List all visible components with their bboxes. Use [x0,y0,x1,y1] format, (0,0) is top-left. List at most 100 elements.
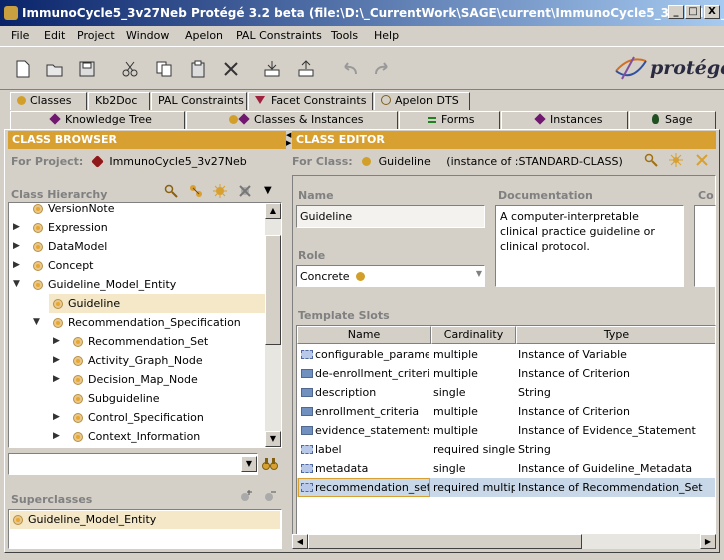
menu-help[interactable]: Help [374,29,399,42]
cut-icon[interactable] [121,60,139,78]
find-class-icon[interactable] [164,184,178,198]
collapsed-arrow-icon[interactable]: ▶ [53,427,63,446]
slot-icon [301,445,313,454]
facet-icon [255,96,265,104]
table-row[interactable]: label required single String [297,440,715,459]
hierarchy-menu-dropdown[interactable]: ▼ [264,185,272,196]
scroll-down-button[interactable]: ▼ [265,431,281,447]
tree-scrollbar[interactable]: ▲ ▼ [265,203,281,447]
column-header-type[interactable]: Type [516,326,715,344]
table-row[interactable]: recommendation_setrequired multipleInsta… [297,478,715,497]
horizontal-scrollbar[interactable]: ◀ ▶ [292,534,716,549]
redo-icon[interactable] [373,60,391,78]
table-row[interactable]: description single String [297,383,715,402]
scroll-left-button[interactable]: ◀ [292,534,308,549]
create-class-icon[interactable] [213,184,227,198]
close-window-button[interactable]: X [704,5,720,19]
paste-icon[interactable] [189,60,207,78]
menu-window[interactable]: Window [126,29,169,42]
tree-node[interactable]: VersionNote [9,203,265,218]
collapse-left-arrow[interactable]: ◀ [286,131,291,139]
role-select[interactable]: Concrete ▼ [296,265,485,287]
class-dot-icon [17,96,26,105]
table-row[interactable]: enrollment_criteria multiple Instance of C… [297,402,715,421]
tab-pal-constraints[interactable]: PAL Constraints [151,92,247,110]
menu-apelon[interactable]: Apelon [185,29,223,42]
tab-knowledge-tree[interactable]: Knowledge Tree [10,111,185,129]
add-superclass-icon[interactable] [239,489,253,503]
table-row[interactable]: configurable_paramet... multiple Instance … [297,345,715,364]
tab-apelon-dts[interactable]: Apelon DTS [374,92,470,110]
delete-icon[interactable] [222,60,240,78]
tab-instances[interactable]: Instances [501,111,628,129]
table-row[interactable]: de-enrollment_criteria multiple Instance o… [297,364,715,383]
expanded-arrow-icon[interactable]: ▼ [33,313,43,332]
table-row[interactable]: metadata single Instance of Guideline_Meta… [297,459,715,478]
column-header-cardinality[interactable]: Cardinality [431,326,516,344]
remove-superclass-icon[interactable] [263,489,277,503]
collapsed-arrow-icon[interactable]: ▶ [53,332,63,351]
tree-node[interactable]: ▶ DataModel [9,237,265,256]
class-search-combo[interactable]: ▼ [8,453,258,475]
tree-node[interactable]: ▶ Activity_Graph_Node [9,351,265,370]
documentation-field[interactable]: A computer-interpretable clinical practi… [495,205,684,287]
table-row[interactable]: evidence_statements multiple Instance of E… [297,421,715,440]
superclass-item[interactable]: Guideline_Model_Entity [10,511,280,529]
tab-forms[interactable]: Forms [399,111,500,129]
binoculars-icon[interactable] [262,457,278,471]
import-icon[interactable] [263,60,281,78]
tab-classes[interactable]: Classes [10,92,87,110]
scroll-right-button[interactable]: ▶ [700,534,716,549]
constraints-field[interactable] [694,205,716,287]
tree-node[interactable]: ▶ Decision_Map_Node [9,370,265,389]
name-field[interactable]: Guideline [296,205,485,228]
menu-project[interactable]: Project [77,29,115,42]
create-subclass-icon[interactable] [189,184,203,198]
delete-class-icon[interactable] [238,184,252,198]
tree-node-label: Recommendation_Set [88,335,209,348]
tree-node[interactable]: ▶ Concept [9,256,265,275]
save-icon[interactable] [78,60,96,78]
tree-node[interactable]: ▶ Context_Information [9,427,265,446]
tree-node[interactable]: Subguideline [9,389,265,408]
tab-classes-instances[interactable]: Classes & Instances [186,111,398,129]
menu-tools[interactable]: Tools [331,29,358,42]
role-dropdown-arrow[interactable]: ▼ [476,269,482,278]
collapsed-arrow-icon[interactable]: ▶ [53,351,63,370]
edit-metaclass-icon[interactable] [644,153,658,167]
undo-icon[interactable] [341,60,359,78]
search-dropdown-button[interactable]: ▼ [241,456,257,472]
tree-node[interactable]: ▶ Expression [9,218,265,237]
references-icon[interactable] [669,153,683,167]
column-header-name[interactable]: Name [297,326,431,344]
menu-pal-constraints[interactable]: PAL Constraints [236,29,322,42]
tab-facet-constraints[interactable]: Facet Constraints [248,92,373,110]
menu-file[interactable]: File [11,29,29,42]
export-icon[interactable] [297,60,315,78]
scroll-thumb[interactable] [265,235,281,345]
tab-kb2doc[interactable]: Kb2Doc [88,92,150,110]
expanded-arrow-icon[interactable]: ▼ [13,275,23,294]
collapsed-arrow-icon[interactable]: ▶ [13,237,23,256]
new-file-icon[interactable] [14,60,32,78]
h-scroll-thumb[interactable] [308,534,582,549]
close-editor-icon[interactable] [695,153,709,167]
menu-edit[interactable]: Edit [44,29,65,42]
scroll-up-button[interactable]: ▲ [265,203,281,219]
tree-node[interactable]: ▼ Guideline_Model_Entity [9,275,265,294]
open-folder-icon[interactable] [46,60,64,78]
minimize-button[interactable]: _ [668,5,684,19]
collapse-right-arrow[interactable]: ▶ [286,139,291,147]
collapsed-arrow-icon[interactable]: ▶ [13,218,23,237]
maximize-button[interactable]: □ [685,5,701,19]
tree-node[interactable]: ▼ Recommendation_Specification [9,313,265,332]
collapsed-arrow-icon[interactable]: ▶ [53,408,63,427]
tree-node[interactable]: ▶ Control_Specification [9,408,265,427]
collapsed-arrow-icon[interactable]: ▶ [13,256,23,275]
splitter[interactable]: ◀ ▶ [286,131,291,549]
collapsed-arrow-icon[interactable]: ▶ [53,370,63,389]
copy-icon[interactable] [155,60,173,78]
tree-node[interactable]: ▶ Recommendation_Set [9,332,265,351]
tree-node[interactable]: Guideline [49,294,265,313]
tab-sage[interactable]: Sage [629,111,716,129]
